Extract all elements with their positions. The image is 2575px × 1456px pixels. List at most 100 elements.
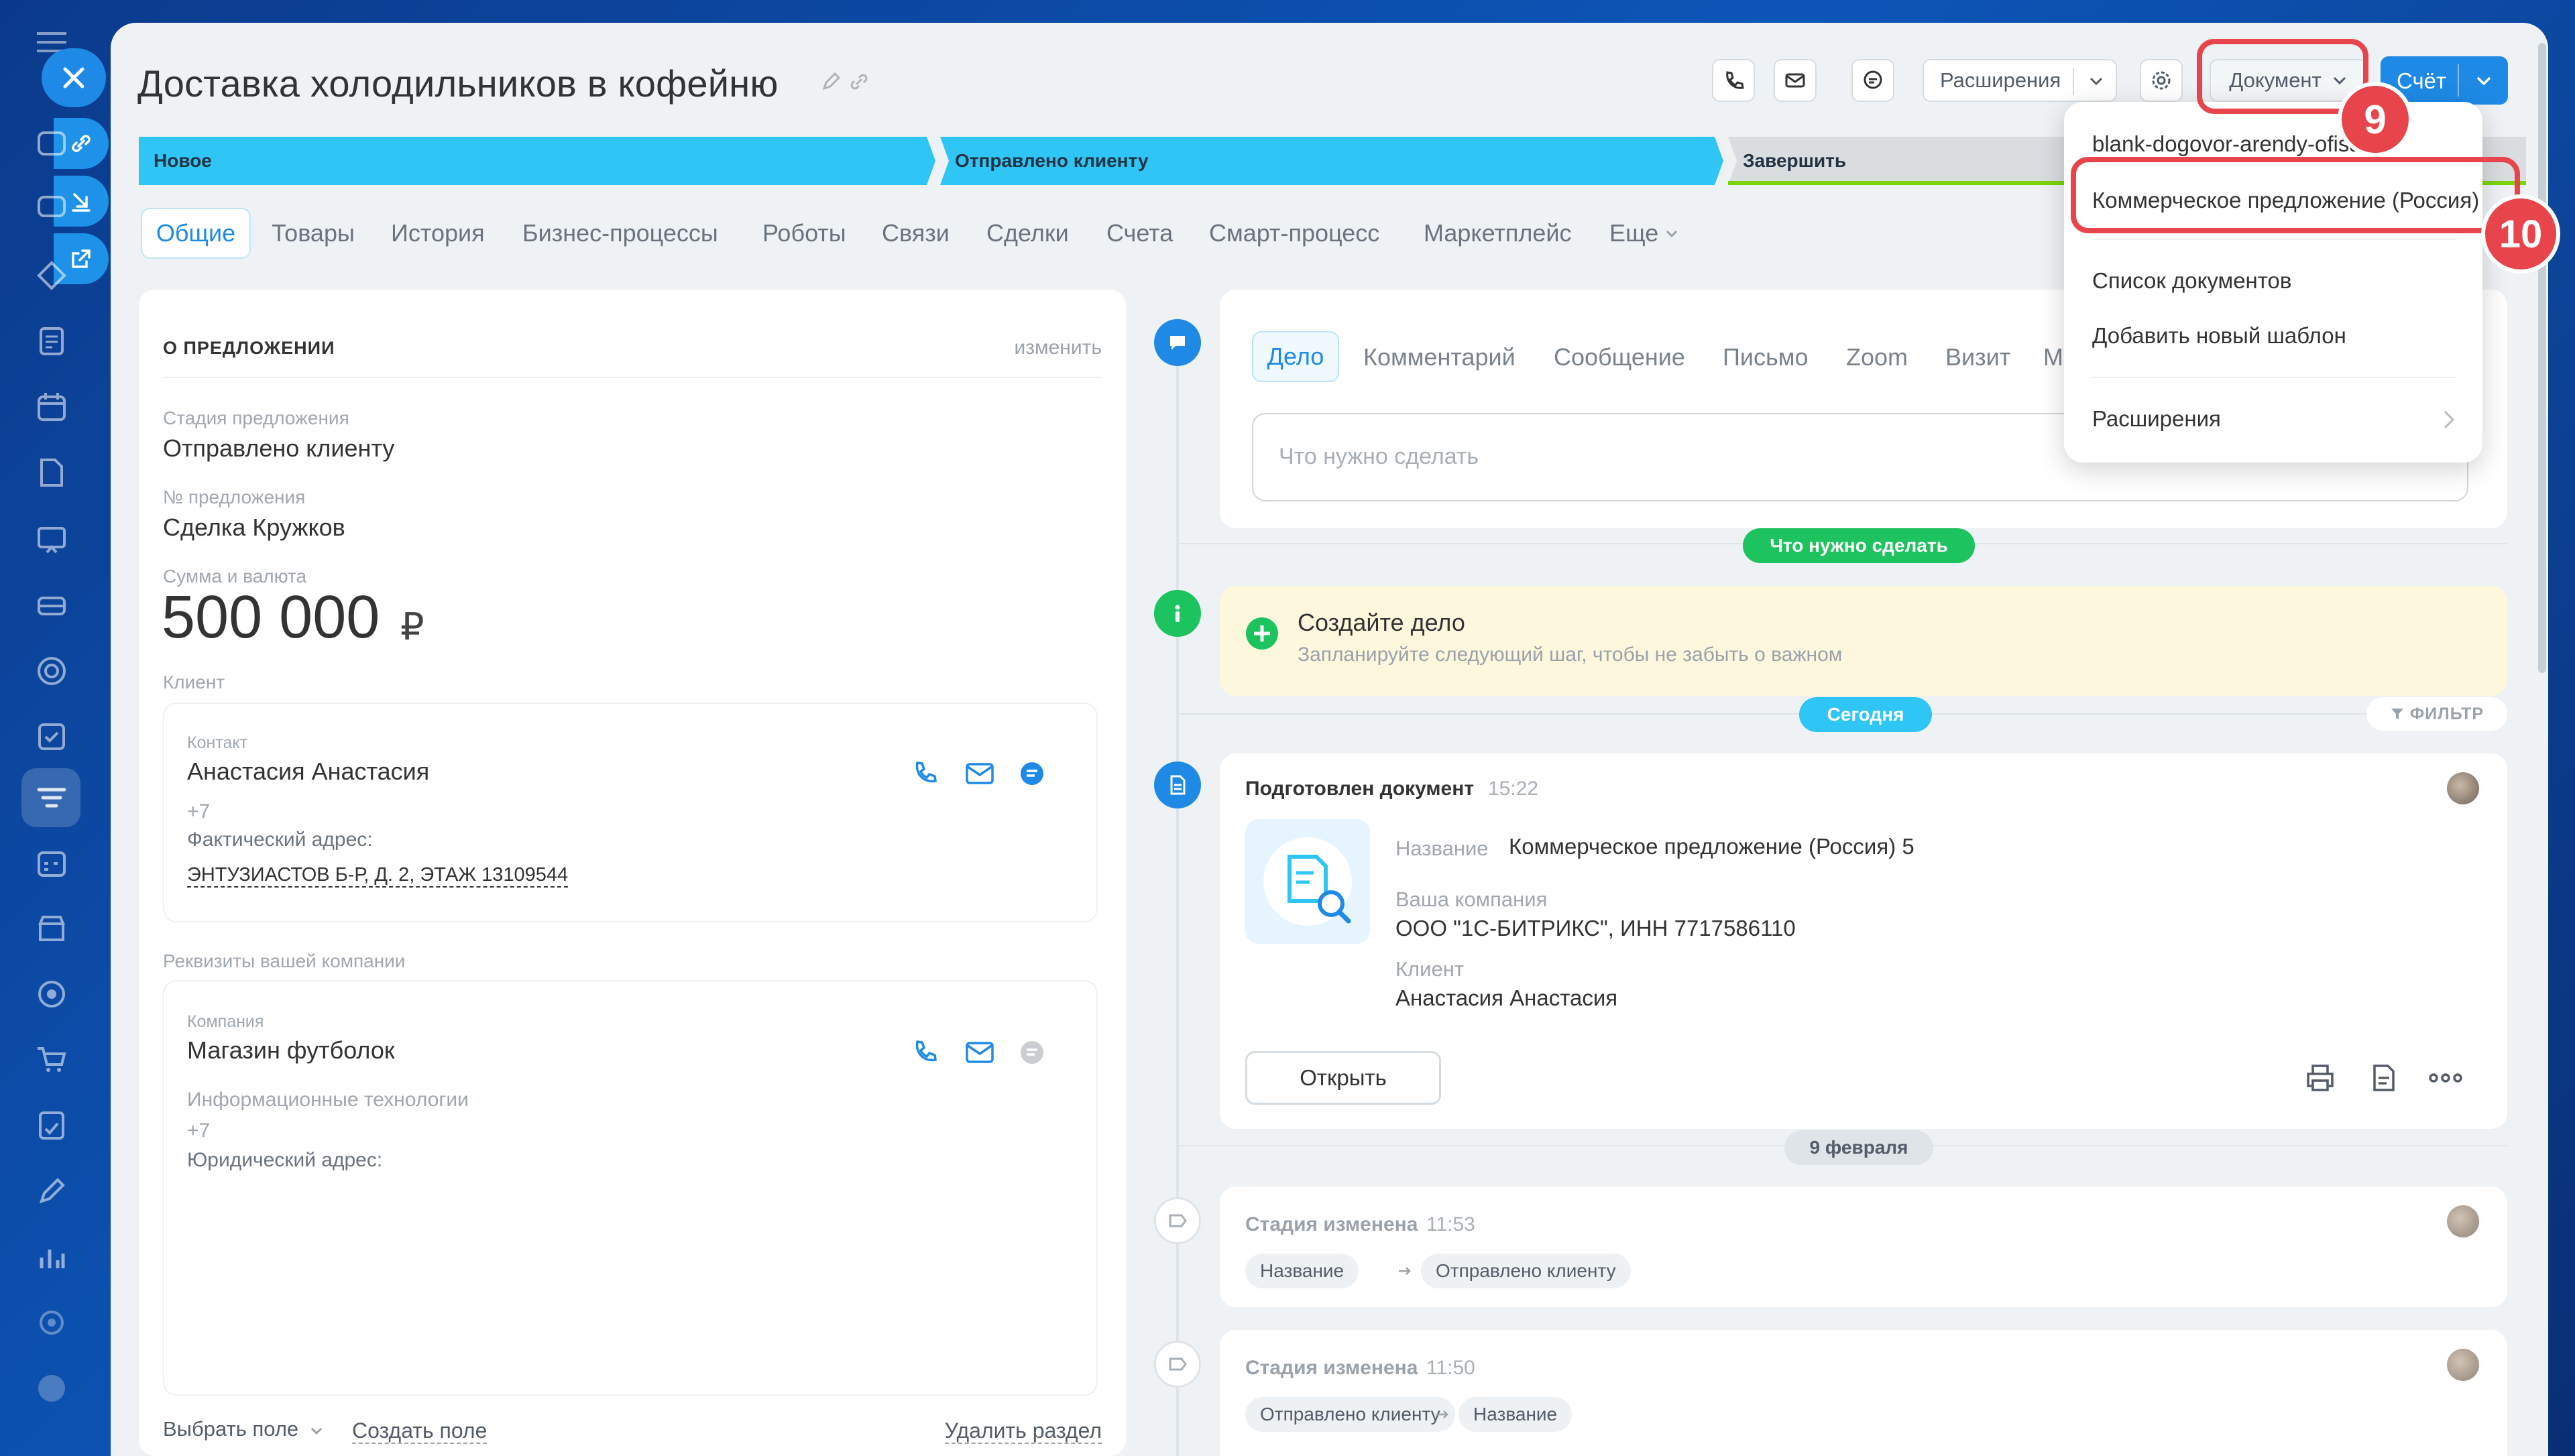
- tab-general[interactable]: Общие: [141, 208, 251, 259]
- stage-value: Отправлено клиенту: [163, 434, 395, 462]
- sign-icon[interactable]: [35, 1174, 68, 1208]
- tasks-icon[interactable]: [35, 259, 68, 292]
- company-phone[interactable]: +7: [187, 1119, 210, 1142]
- form-icon[interactable]: [35, 1109, 68, 1142]
- section-heading: О ПРЕДЛОЖЕНИИ: [163, 338, 335, 358]
- call-icon[interactable]: [911, 759, 939, 787]
- message-icon[interactable]: [1019, 1039, 1045, 1066]
- document-icon[interactable]: [2368, 1062, 2400, 1094]
- checklist-icon[interactable]: [35, 720, 68, 753]
- activity-tab-visit[interactable]: Визит: [1945, 343, 2010, 371]
- stage-sent-to-client[interactable]: Отправлено клиенту: [940, 137, 1711, 185]
- tab-robots[interactable]: Роботы: [762, 208, 846, 259]
- activity-tab-zoom[interactable]: Zoom: [1846, 343, 1908, 371]
- settings-button[interactable]: [2140, 59, 2183, 102]
- feed-icon[interactable]: [35, 324, 68, 358]
- shop-icon[interactable]: [35, 912, 68, 945]
- delete-section-link[interactable]: Удалить раздел: [944, 1418, 1102, 1444]
- crm-icon[interactable]: [35, 782, 68, 815]
- tab-more[interactable]: Еще: [1609, 208, 1680, 259]
- tab-bizproc[interactable]: Бизнес-процессы: [522, 208, 718, 259]
- menu-item-extensions[interactable]: Расширения: [2092, 406, 2221, 432]
- sites-icon[interactable]: [35, 654, 68, 688]
- scrollbar[interactable]: [2538, 43, 2546, 673]
- address-value[interactable]: ЭНТУЗИАСТОВ Б-Р, Д. 2, ЭТАЖ 13109544: [187, 863, 569, 888]
- target-icon[interactable]: [35, 977, 68, 1011]
- chat-icon[interactable]: [35, 192, 68, 225]
- activity-icon[interactable]: [35, 126, 68, 160]
- add-icon[interactable]: [1245, 617, 1279, 650]
- user-icon[interactable]: [35, 1372, 68, 1405]
- company-card: Компания Магазин футболок Информационные…: [163, 980, 1098, 1396]
- close-slider-button[interactable]: [42, 48, 106, 107]
- chevron-down-icon[interactable]: [2087, 72, 2105, 90]
- email-icon[interactable]: [965, 1039, 994, 1066]
- edit-section-link[interactable]: изменить: [1014, 337, 1102, 359]
- chat-button[interactable]: [1851, 59, 1894, 102]
- tab-smart-process[interactable]: Смарт-процесс: [1209, 208, 1379, 259]
- tab-invoices[interactable]: Счета: [1106, 208, 1173, 259]
- documents-icon[interactable]: [35, 456, 68, 489]
- invoice-label: Счёт: [2397, 68, 2447, 93]
- event-title: Стадия изменена: [1245, 1213, 1418, 1235]
- select-field-link[interactable]: Выбрать поле: [163, 1417, 325, 1441]
- analytics-icon[interactable]: [35, 1240, 68, 1274]
- cart-icon[interactable]: [35, 1043, 68, 1077]
- annotation-step-9-badge: 9: [2338, 82, 2413, 157]
- contact-name[interactable]: Анастасия Анастасия: [187, 757, 429, 786]
- chevron-down-icon[interactable]: [2474, 71, 2493, 90]
- sum-value: 500 000: [162, 584, 380, 651]
- edit-title-icon[interactable]: [820, 71, 842, 93]
- calendar-icon[interactable]: [35, 390, 68, 424]
- avatar[interactable]: [2447, 1205, 2479, 1237]
- stage-new[interactable]: Новое: [139, 137, 923, 185]
- filter-icon: [2390, 707, 2405, 721]
- link-icon[interactable]: [848, 71, 870, 93]
- avatar[interactable]: [2447, 1349, 2479, 1381]
- menu-item-add-template[interactable]: Добавить новый шаблон: [2092, 323, 2346, 349]
- info-icon: [1154, 590, 1201, 637]
- email-icon[interactable]: [965, 760, 994, 787]
- email-button[interactable]: [1774, 59, 1817, 102]
- filter-button[interactable]: ФИЛЬТР: [2366, 697, 2507, 731]
- call-icon[interactable]: [911, 1038, 939, 1066]
- activity-tab-message[interactable]: Сообщение: [1554, 343, 1685, 371]
- today-pill: Сегодня: [1799, 697, 1932, 732]
- extensions-dropdown[interactable]: Расширения: [1923, 59, 2117, 102]
- board-icon[interactable]: [35, 523, 68, 556]
- call-button[interactable]: [1712, 59, 1755, 102]
- contact-phone[interactable]: +7: [187, 800, 210, 823]
- tab-deals[interactable]: Сделки: [986, 208, 1069, 259]
- document-event-icon: [1154, 762, 1201, 808]
- tab-relations[interactable]: Связи: [882, 208, 950, 259]
- create-task-banner[interactable]: Создайте дело Запланируйте следующий шаг…: [1220, 586, 2507, 696]
- avatar[interactable]: [2447, 772, 2479, 804]
- document-preview-icon[interactable]: [1245, 819, 1370, 944]
- chevron-down-icon: [1664, 225, 1680, 241]
- stage-from-chip: Название: [1245, 1254, 1359, 1288]
- menu-item-template[interactable]: blank-dogovor-arendy-ofisa: [2092, 131, 2374, 157]
- company-name[interactable]: Магазин футболок: [187, 1036, 395, 1065]
- message-icon[interactable]: [1019, 760, 1045, 787]
- stage-change-icon: [1154, 1197, 1201, 1244]
- activity-tab-task[interactable]: Дело: [1252, 331, 1339, 382]
- activity-tab-email[interactable]: Письмо: [1723, 343, 1809, 371]
- planner-icon[interactable]: [35, 846, 68, 879]
- open-document-button[interactable]: Открыть: [1245, 1051, 1441, 1105]
- activity-tab-more[interactable]: М: [2043, 343, 2063, 371]
- storage-icon[interactable]: [35, 589, 68, 622]
- company-industry: Информационные технологии: [187, 1089, 469, 1111]
- tab-history[interactable]: История: [391, 208, 485, 259]
- create-field-link[interactable]: Создать поле: [352, 1418, 488, 1444]
- activity-tab-comment[interactable]: Комментарий: [1363, 343, 1515, 371]
- number-value: Сделка Кружков: [163, 513, 345, 541]
- more-icon[interactable]: [2427, 1062, 2464, 1094]
- print-icon[interactable]: [2304, 1062, 2336, 1094]
- tab-products[interactable]: Товары: [272, 208, 355, 259]
- menu-item-document-list[interactable]: Список документов: [2092, 268, 2291, 294]
- date-pill: 9 февраля: [1784, 1130, 1933, 1165]
- tab-marketplace[interactable]: Маркетплейс: [1424, 208, 1572, 259]
- document-name[interactable]: Коммерческое предложение (Россия) 5: [1509, 834, 1914, 859]
- settings-icon[interactable]: [35, 1306, 68, 1339]
- create-task-title: Создайте дело: [1298, 609, 1465, 636]
